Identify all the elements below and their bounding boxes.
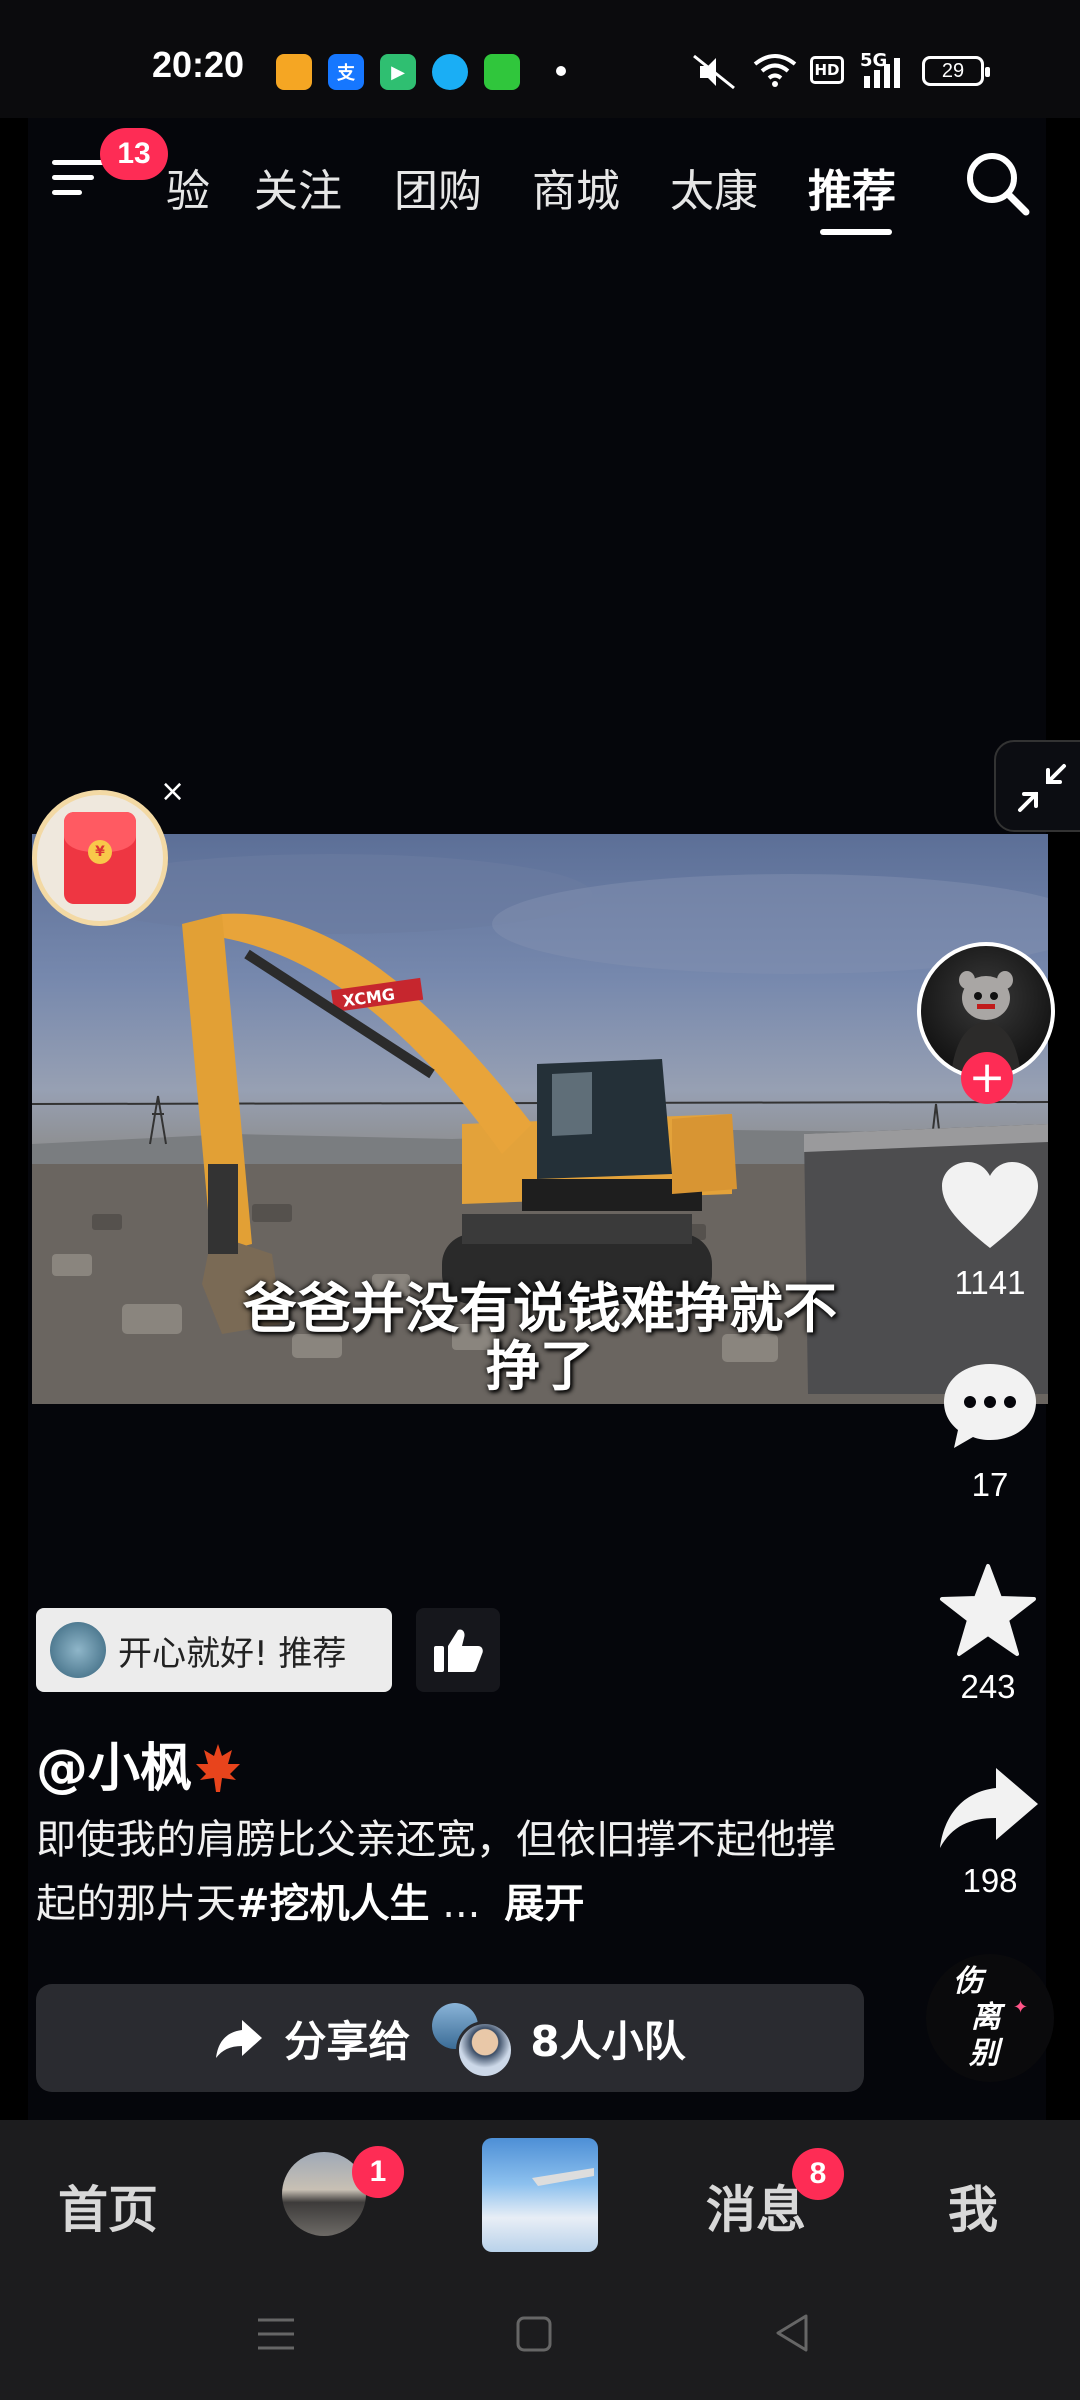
hashtag-link[interactable]: #挖机人生 <box>236 1881 430 1927</box>
red-envelope-icon: ¥ <box>64 812 136 904</box>
search-icon[interactable] <box>964 150 1032 218</box>
nav-me[interactable]: 我 <box>948 2170 998 2242</box>
hd-icon: HD <box>810 56 844 84</box>
recents-menu-icon[interactable] <box>256 2314 296 2354</box>
imou-app-icon <box>276 54 312 90</box>
wifi-icon <box>753 54 797 87</box>
airplane-wing-icon <box>532 2168 594 2186</box>
description-text: 即使我的肩膀比父亲还宽，但依旧撑不起他撑起的那片天 <box>36 1817 836 1927</box>
tab-mall[interactable]: 商城 <box>532 155 620 219</box>
status-time: 20:20 <box>152 44 245 85</box>
sparkle-icon: ✦ <box>1013 1997 1029 2018</box>
author-handle: @小枫 <box>36 1739 193 1799</box>
back-triangle-icon[interactable] <box>772 2312 812 2354</box>
like-heart-icon[interactable] <box>940 1160 1040 1252</box>
mute-icon <box>693 54 735 90</box>
video-subtitle: 爸爸并没有说钱难挣就不 挣了 <box>32 1280 1048 1396</box>
team-name: 8人小队 <box>530 2016 686 2066</box>
music-disc-char-1: 伤 <box>953 1964 983 1999</box>
team-avatars <box>432 2003 515 2079</box>
post-description[interactable]: 即使我的肩膀比父亲还宽，但依旧撑不起他撑起的那片天#挖机人生 ... 展开 <box>36 1808 836 1936</box>
iqiyi-app-icon <box>484 54 520 90</box>
music-disc[interactable]: 伤 离 别 ✦ <box>926 1954 1054 2082</box>
subtitle-line-2: 挣了 <box>486 1335 594 1398</box>
comment-count: 17 <box>971 1466 1009 1503</box>
tab-group-buy[interactable]: 团购 <box>394 155 482 219</box>
messages-badge: 8 <box>792 2148 844 2200</box>
tab-taikang[interactable]: 太康 <box>670 155 758 219</box>
notification-dot <box>556 66 566 76</box>
battery-level: 29 <box>941 59 965 82</box>
recommend-thumb-button[interactable] <box>416 1608 500 1692</box>
tab-recommend[interactable]: 推荐 <box>808 155 896 219</box>
favorite-count: 243 <box>960 1668 1016 1705</box>
active-tab-indicator <box>820 229 892 235</box>
recommender-avatar <box>50 1622 106 1678</box>
team-avatar-2 <box>456 2021 515 2079</box>
menu-badge: 13 <box>100 128 168 180</box>
comment-icon[interactable] <box>940 1360 1040 1452</box>
music-disc-char-3: 别 <box>969 2036 999 2071</box>
tab-following[interactable]: 关注 <box>254 155 342 219</box>
author-name[interactable]: @小枫 <box>36 1726 244 1801</box>
recommendation-text: 开心就好! 推荐 <box>118 1633 347 1674</box>
home-square-icon[interactable] <box>516 2316 552 2352</box>
share-arrow-small-icon <box>216 2020 263 2058</box>
battery-icon: 29 <box>922 56 990 86</box>
nav-create-button[interactable] <box>482 2138 598 2252</box>
collapse-icon <box>1018 764 1066 812</box>
thumbs-up-icon <box>434 1629 483 1672</box>
like-count: 1141 <box>954 1264 1026 1301</box>
red-packet-button[interactable]: ¥ <box>32 790 168 926</box>
share-to-team-bar[interactable]: 分享给 8人小队 <box>36 1984 864 2092</box>
alipay-app-icon: 支 <box>328 54 364 90</box>
nav-messages[interactable]: 消息 <box>706 2170 806 2242</box>
qq-app-icon <box>432 54 468 90</box>
recommendation-chip[interactable]: 开心就好! 推荐 <box>36 1608 392 1692</box>
signal-icon <box>864 58 900 88</box>
favorite-star-icon[interactable] <box>938 1562 1038 1658</box>
description-ellipsis: ... <box>442 1881 481 1927</box>
expand-button[interactable]: 展开 <box>504 1881 584 1927</box>
subtitle-line-1: 爸爸并没有说钱难挣就不 <box>243 1277 837 1340</box>
share-count: 198 <box>962 1862 1018 1899</box>
video-app-icon: ▶ <box>380 54 416 90</box>
music-disc-char-2: 离 <box>971 2000 1001 2035</box>
follow-button[interactable]: + <box>961 1052 1013 1104</box>
tab-experience[interactable]: 验 <box>166 155 210 219</box>
share-arrow-icon[interactable] <box>938 1764 1042 1852</box>
close-red-packet-button[interactable]: × <box>160 774 185 809</box>
nav-home[interactable]: 首页 <box>58 2170 158 2242</box>
friends-badge: 1 <box>352 2146 404 2198</box>
menu-icon[interactable] <box>52 160 106 208</box>
share-label: 分享给 <box>284 2016 411 2066</box>
maple-leaf-icon <box>196 1744 241 1792</box>
minimize-video-button[interactable] <box>994 740 1080 832</box>
